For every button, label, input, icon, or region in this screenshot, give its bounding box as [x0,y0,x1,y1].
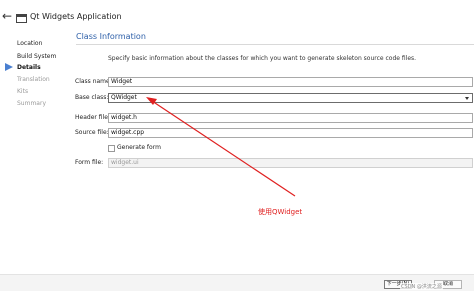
annotation-arrow [146,97,296,197]
watermark: CSDN @洪流之源 [400,283,443,290]
wizard-window: ← Qt Widgets Application Location Build … [0,0,474,291]
annotation-arrow-line [151,100,296,197]
annotation-text: 使用QWidget [258,208,303,216]
